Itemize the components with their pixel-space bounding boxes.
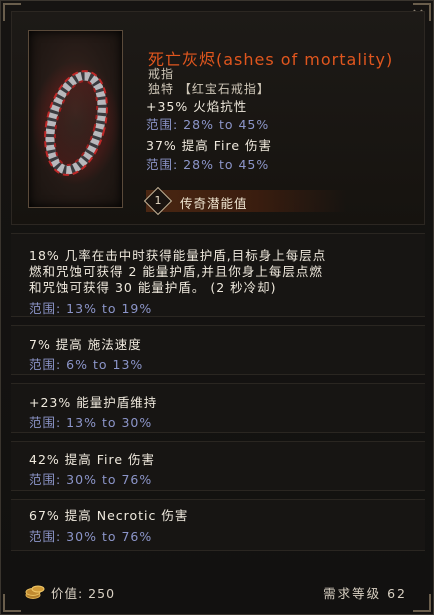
affix-text: 18% 几率在击中时获得能量护盾,目标身上每层点 燃和咒蚀可获得 2 能量护盾,… xyxy=(29,248,327,295)
coin-icon xyxy=(25,585,45,599)
affix-text: 7% 提高 施法速度 xyxy=(29,337,142,352)
legendary-potential-value: 1 xyxy=(154,194,162,207)
item-subtype: 独特 【红宝石戒指】 xyxy=(148,82,270,96)
affix-text: 42% 提高 Fire 伤害 xyxy=(29,452,156,467)
affix-range: 范围: 13% to 30% xyxy=(29,415,153,430)
item-header: 死亡灰烬(ashes of mortality) 戒指 独特 【红宝石戒指】 +… xyxy=(11,11,425,225)
affix-range: 范围: 6% to 13% xyxy=(29,357,144,372)
affix-row: 42% 提高 Fire 伤害 范围: 30% to 76% xyxy=(11,441,425,491)
ring-icon xyxy=(32,61,120,185)
affix-text: +23% 能量护盾维持 xyxy=(29,395,158,410)
legendary-potential-bar: 1 传奇潜能值 xyxy=(143,186,346,216)
item-value: 价值: 250 xyxy=(51,586,116,601)
item-image-frame xyxy=(28,30,123,208)
affix-text: 67% 提高 Necrotic 伤害 xyxy=(29,508,189,523)
implicit-range: 范围: 28% to 45% xyxy=(146,117,270,132)
item-footer: 价值: 250 需求等级 62 xyxy=(11,573,425,609)
affix-row: +23% 能量护盾维持 范围: 13% to 30% xyxy=(11,383,425,433)
item-name: 死亡灰烬(ashes of mortality) xyxy=(148,50,394,69)
affix-range: 范围: 30% to 76% xyxy=(29,529,153,544)
affix-range: 范围: 30% to 76% xyxy=(29,472,153,487)
affix-range: 范围: 13% to 19% xyxy=(29,301,153,316)
legendary-potential-label: 传奇潜能值 xyxy=(180,196,248,211)
affix-row: 18% 几率在击中时获得能量护盾,目标身上每层点 燃和咒蚀可获得 2 能量护盾,… xyxy=(11,233,425,317)
implicit-mod: +35% 火焰抗性 xyxy=(146,99,248,114)
affix-row: 67% 提高 Necrotic 伤害 范围: 30% to 76% xyxy=(11,499,425,551)
implicit-mod: 37% 提高 Fire 伤害 xyxy=(146,138,273,153)
required-level: 需求等级 62 xyxy=(323,586,407,601)
item-tooltip: ✕ 死亡灰烬(ashes of mortality) 戒指 独特 【红 xyxy=(0,0,434,615)
affix-row: 7% 提高 施法速度 范围: 6% to 13% xyxy=(11,325,425,375)
implicit-range: 范围: 28% to 45% xyxy=(146,157,270,172)
